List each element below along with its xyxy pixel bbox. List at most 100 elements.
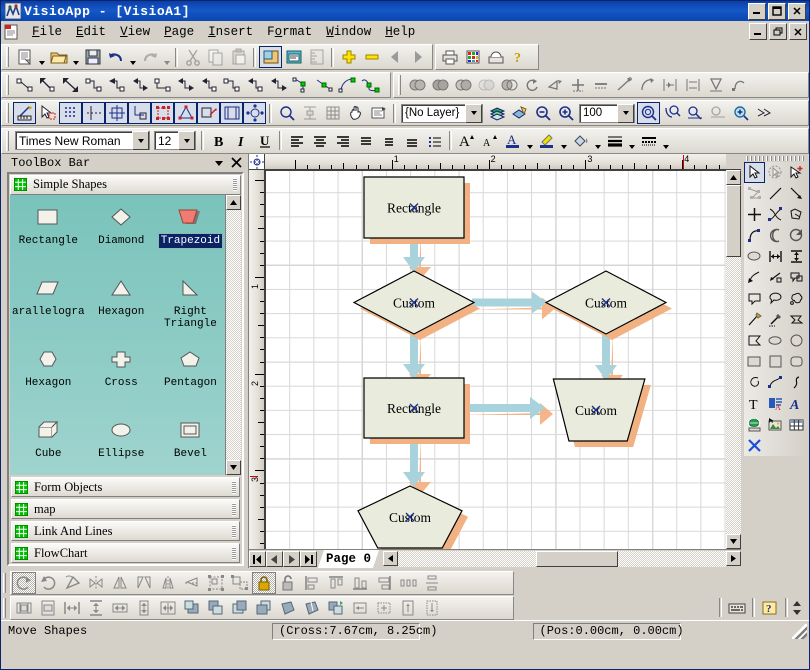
menu-window[interactable]: Window (319, 23, 378, 41)
align-top-button[interactable] (377, 130, 400, 152)
fit-width-button[interactable] (348, 597, 372, 619)
table-icon[interactable] (786, 414, 807, 435)
align-middle-button[interactable] (400, 130, 423, 152)
connector-polyline-green-icon[interactable] (289, 74, 312, 96)
group-button[interactable] (204, 572, 228, 594)
node-connect-icon[interactable] (744, 183, 765, 204)
shape-item-right-triangle[interactable]: Right Triangle (156, 272, 225, 343)
print-preview-button[interactable] (484, 46, 507, 68)
canvas-vscroll-thumb[interactable] (726, 185, 741, 257)
canvas-scroll-right-button[interactable] (726, 551, 741, 566)
fit-shape-button[interactable] (704, 74, 727, 96)
combine-shapes-button[interactable] (428, 74, 451, 96)
distribute-v-button[interactable] (681, 74, 704, 96)
callout-shape-icon[interactable] (744, 288, 765, 309)
rotate-shapes-button[interactable] (520, 74, 543, 96)
zoom-dynamic-icon[interactable] (752, 102, 775, 124)
hand-icon[interactable] (344, 102, 367, 124)
measure-arrow-icon[interactable] (765, 267, 786, 288)
maximize-button[interactable] (768, 3, 786, 20)
same-height-button[interactable] (132, 597, 156, 619)
magnifier-circle-icon[interactable] (637, 102, 660, 124)
page-tab[interactable]: Page 0 (318, 550, 379, 568)
add-point-button[interactable] (566, 74, 589, 96)
picture-icon[interactable] (765, 414, 786, 435)
connector-arrow-up-left-icon[interactable] (36, 74, 59, 96)
toolbar-grip[interactable] (6, 131, 10, 151)
canvas-vscroll-track[interactable] (726, 185, 741, 534)
help-context-button[interactable]: ? (758, 597, 782, 619)
mirror-left-button[interactable] (108, 572, 132, 594)
fit-selection-button[interactable] (420, 597, 444, 619)
highlighter-icon[interactable] (535, 130, 558, 152)
pen-icon[interactable] (744, 309, 765, 330)
category-grip[interactable] (233, 178, 237, 191)
align-left-button[interactable] (300, 572, 324, 594)
shape-item-parallelogram[interactable]: arallelogra (10, 272, 87, 343)
blue-x-icon[interactable] (744, 435, 765, 456)
keyboard-button[interactable] (725, 597, 749, 619)
toolbar-grip[interactable] (6, 47, 10, 67)
paint-bucket-icon[interactable] (569, 130, 592, 152)
bring-front-button[interactable] (228, 597, 252, 619)
arc-blue-icon[interactable] (744, 225, 765, 246)
flip-vertical-button[interactable] (156, 572, 180, 594)
select-arrow-red-icon[interactable] (36, 102, 59, 124)
ribbon-icon[interactable] (786, 309, 807, 330)
save-button[interactable] (81, 46, 104, 68)
blue-dots-icon[interactable] (59, 102, 82, 124)
speech-bubble-icon[interactable] (765, 288, 786, 309)
dimension-horizontal-icon[interactable] (765, 246, 786, 267)
drawing-canvas[interactable]: RectangleCustomCustomRectangleCustomCust… (265, 170, 726, 549)
vertical-ruler[interactable]: 1234 (249, 170, 265, 549)
menu-insert[interactable]: Insert (201, 23, 260, 41)
pie-slice-icon[interactable] (786, 225, 807, 246)
center-v-button[interactable] (36, 597, 60, 619)
rounded-rect-icon[interactable] (786, 351, 807, 372)
redo-button[interactable] (138, 46, 161, 68)
font-shrink-icon[interactable]: A (478, 130, 501, 152)
prev-page-button[interactable] (266, 551, 283, 567)
toolbox-category-map[interactable]: map (11, 499, 240, 519)
fit-grid-button[interactable] (372, 597, 396, 619)
canvas-vertical-scrollbar[interactable] (726, 170, 741, 549)
mdi-close-button[interactable] (789, 23, 807, 40)
banner-icon[interactable] (744, 330, 765, 351)
rectangle-icon[interactable] (744, 351, 765, 372)
toolbar-grip[interactable] (3, 573, 7, 593)
font-size-combo[interactable]: 12 (154, 131, 196, 150)
layer-paint-icon[interactable] (508, 102, 531, 124)
arrow-plus-icon[interactable] (786, 162, 807, 183)
ungroup-button[interactable] (228, 572, 252, 594)
menu-view[interactable]: View (113, 23, 157, 41)
diagram-shape[interactable]: Rectangle (364, 177, 470, 244)
shape-order-button[interactable] (324, 597, 348, 619)
bullet-list-button[interactable] (423, 130, 446, 152)
connector-elbow-step-down-icon[interactable] (82, 74, 105, 96)
rotate-right-button[interactable] (36, 572, 60, 594)
connector-arrow-left-icon[interactable] (105, 74, 128, 96)
dimension-vertical-icon[interactable] (786, 246, 807, 267)
trim-line-button[interactable] (612, 74, 635, 96)
connector-double-elbow-icon[interactable] (243, 74, 266, 96)
shape-item-triangle[interactable]: Hexagon (87, 272, 156, 343)
intersect-shapes-button[interactable] (451, 74, 474, 96)
shape-item-pentagon[interactable]: Pentagon (156, 343, 225, 414)
back-button[interactable] (383, 46, 406, 68)
thought-bubble-icon[interactable] (786, 288, 807, 309)
toolbar-grip[interactable] (3, 598, 7, 618)
redo-dropdown[interactable] (161, 43, 172, 71)
pencil-icon[interactable] (765, 309, 786, 330)
open-dropdown[interactable] (70, 43, 81, 71)
align-bottom-button[interactable] (348, 572, 372, 594)
color-palette-button[interactable] (461, 46, 484, 68)
leader-arrow-icon[interactable] (744, 267, 765, 288)
grid-frame-icon[interactable] (105, 102, 128, 124)
canvas-scroll-left-button[interactable] (383, 551, 398, 566)
line-pattern-icon[interactable] (637, 130, 660, 152)
toolbox-category-simple-shapes[interactable]: Simple Shapes (10, 175, 241, 195)
connector-spline-green-icon[interactable] (358, 74, 381, 96)
remove-button[interactable] (360, 46, 383, 68)
space-h-button[interactable] (60, 597, 84, 619)
connector-elbow-down-icon[interactable] (151, 74, 174, 96)
